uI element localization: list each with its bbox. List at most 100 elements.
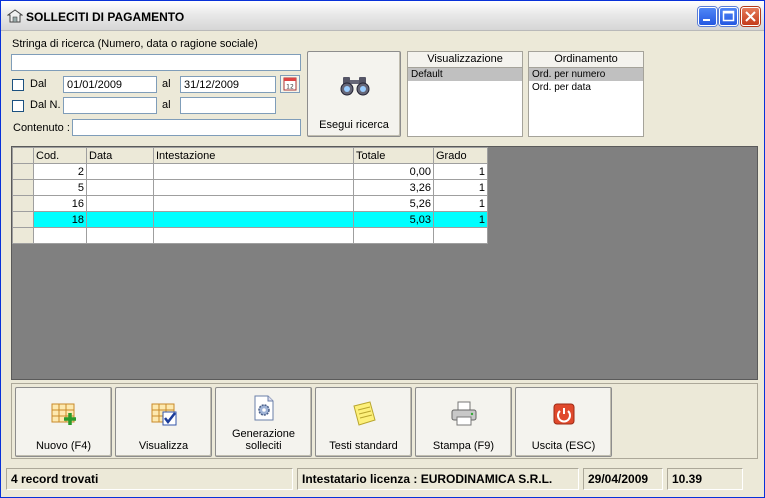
cell-grado[interactable]: 1 <box>433 211 488 228</box>
cell-cod[interactable]: 18 <box>33 211 87 228</box>
num-to-input[interactable] <box>180 97 276 114</box>
ordinamento-list[interactable]: Ordinamento Ord. per numero Ord. per dat… <box>528 51 644 137</box>
cell-cod[interactable]: 2 <box>33 163 87 180</box>
contenuto-label: Contenuto : <box>13 122 70 134</box>
date-to-input[interactable] <box>180 76 276 93</box>
cell-grado[interactable]: 1 <box>433 163 488 180</box>
cell-empty[interactable] <box>33 227 87 244</box>
search-button[interactable]: Esegui ricerca <box>307 51 401 137</box>
cell-totale[interactable]: 5,26 <box>353 195 434 212</box>
visualizzazione-list[interactable]: Visualizzazione Default <box>407 51 523 137</box>
cell-intestazione[interactable] <box>153 195 354 212</box>
cell-empty[interactable] <box>153 227 354 244</box>
cell-empty[interactable] <box>86 227 154 244</box>
cell-intestazione[interactable] <box>153 163 354 180</box>
grid-header-row: Cod. Data Intestazione Totale Grado <box>12 147 488 164</box>
window-title: SOLLECITI DI PAGAMENTO <box>26 10 185 24</box>
visualizza-button[interactable]: Visualizza <box>115 387 212 457</box>
al-label: al <box>162 78 171 90</box>
app-icon <box>7 9 23 23</box>
table-row-selected[interactable]: 18 5,03 1 <box>12 211 488 228</box>
ordinamento-item-numero[interactable]: Ord. per numero <box>529 68 643 81</box>
table-row[interactable]: 2 0,00 1 <box>12 163 488 180</box>
cell-cod[interactable]: 5 <box>33 179 87 196</box>
generazione-button[interactable]: Generazione solleciti <box>215 387 312 457</box>
ordinamento-item-data[interactable]: Ord. per data <box>529 81 643 94</box>
binoculars-icon <box>340 77 370 96</box>
search-label: Stringa di ricerca (Numero, data o ragio… <box>12 38 258 50</box>
main-window: SOLLECITI DI PAGAMENTO Stringa di ricerc… <box>0 0 765 498</box>
cell-data[interactable] <box>86 163 154 180</box>
daln-checkbox[interactable] <box>12 100 24 112</box>
cell-totale[interactable]: 5,03 <box>353 211 434 228</box>
table-row[interactable]: 5 3,26 1 <box>12 179 488 196</box>
calendar-button[interactable]: 12 <box>280 75 300 93</box>
row-indicator[interactable] <box>12 195 34 212</box>
visualizza-label: Visualizza <box>138 440 189 452</box>
ordinamento-header: Ordinamento <box>529 52 643 68</box>
generazione-label-line2: solleciti <box>245 440 282 452</box>
col-header-grado[interactable]: Grado <box>433 147 488 164</box>
printer-icon <box>451 401 477 426</box>
stampa-button[interactable]: Stampa (F9) <box>415 387 512 457</box>
note-icon <box>353 401 376 426</box>
dal-checkbox[interactable] <box>12 79 24 91</box>
testi-standard-button[interactable]: Testi standard <box>315 387 412 457</box>
title-bar[interactable]: SOLLECITI DI PAGAMENTO <box>1 1 764 31</box>
cell-data[interactable] <box>86 179 154 196</box>
cell-empty[interactable] <box>353 227 434 244</box>
visualizzazione-header: Visualizzazione <box>408 52 522 68</box>
generazione-label: Generazione solleciti <box>216 428 311 452</box>
cell-cod[interactable]: 16 <box>33 195 87 212</box>
cell-data[interactable] <box>86 195 154 212</box>
table-row-new[interactable] <box>12 227 488 244</box>
minimize-icon <box>703 19 710 21</box>
row-indicator[interactable] <box>12 179 34 196</box>
search-input[interactable] <box>11 54 301 71</box>
svg-text:12: 12 <box>286 84 294 91</box>
check-grid-icon <box>151 403 177 426</box>
cell-data[interactable] <box>86 211 154 228</box>
table-row[interactable]: 16 5,26 1 <box>12 195 488 212</box>
uscita-button[interactable]: Uscita (ESC) <box>515 387 612 457</box>
testi-standard-label: Testi standard <box>329 440 398 452</box>
nuovo-button[interactable]: Nuovo (F4) <box>15 387 112 457</box>
row-indicator[interactable] <box>12 211 34 228</box>
col-header-intestazione[interactable]: Intestazione <box>153 147 354 164</box>
cell-totale[interactable]: 0,00 <box>353 163 434 180</box>
daln-label: Dal N. <box>30 99 61 111</box>
search-button-label: Esegui ricerca <box>319 119 389 131</box>
cell-empty[interactable] <box>433 227 488 244</box>
add-grid-icon <box>51 403 76 425</box>
cell-intestazione[interactable] <box>153 211 354 228</box>
maximize-button[interactable] <box>719 7 738 26</box>
row-indicator[interactable] <box>12 227 34 244</box>
results-grid: Cod. Data Intestazione Totale Grado 2 0,… <box>12 147 488 244</box>
cell-totale[interactable]: 3,26 <box>353 179 434 196</box>
minimize-button[interactable] <box>698 7 717 26</box>
calendar-icon: 12 <box>283 77 297 91</box>
power-icon <box>553 403 575 425</box>
col-header-cod[interactable]: Cod. <box>33 147 87 164</box>
cell-grado[interactable]: 1 <box>433 195 488 212</box>
col-header-data[interactable]: Data <box>86 147 154 164</box>
grid-corner <box>12 147 34 164</box>
status-time: 10.39 <box>667 468 743 490</box>
visualizzazione-item-default[interactable]: Default <box>408 68 522 81</box>
dal-label: Dal <box>30 78 47 90</box>
col-header-totale[interactable]: Totale <box>353 147 434 164</box>
cell-grado[interactable]: 1 <box>433 179 488 196</box>
uscita-label: Uscita (ESC) <box>531 440 596 452</box>
row-indicator[interactable] <box>12 163 34 180</box>
status-records: 4 record trovati <box>6 468 293 490</box>
cell-intestazione[interactable] <box>153 179 354 196</box>
generazione-label-line1: Generazione <box>232 428 295 440</box>
status-date: 29/04/2009 <box>583 468 663 490</box>
maximize-icon <box>722 10 735 22</box>
nuovo-label: Nuovo (F4) <box>35 440 92 452</box>
close-button[interactable] <box>741 7 760 26</box>
contenuto-input[interactable] <box>72 119 301 136</box>
date-from-input[interactable] <box>63 76 157 93</box>
num-from-input[interactable] <box>63 97 157 114</box>
results-grid-area: Cod. Data Intestazione Totale Grado 2 0,… <box>11 146 758 380</box>
